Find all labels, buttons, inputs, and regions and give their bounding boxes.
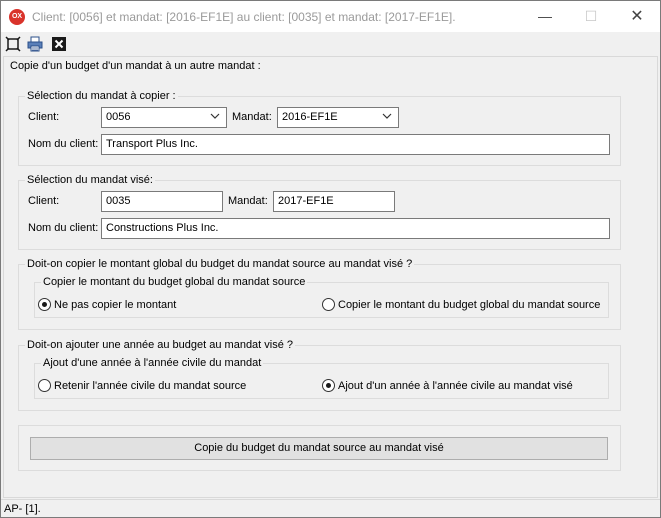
radio-copy-amount-label: Copier le montant du budget global du ma… bbox=[338, 298, 601, 311]
source-client-value: 0056 bbox=[106, 111, 131, 123]
title-bar[interactable]: OX Client: [0056] et mandat: [2016-EF1E]… bbox=[1, 1, 660, 32]
radio-indicator-copy-amount bbox=[322, 298, 335, 311]
status-text: AP- [1]. bbox=[4, 503, 41, 515]
app-window: OX Client: [0056] et mandat: [2016-EF1E]… bbox=[0, 0, 661, 518]
radio-indicator-keep-year bbox=[38, 379, 51, 392]
target-mandat-label: Mandat: bbox=[228, 195, 268, 207]
app-logo-icon: OX bbox=[9, 9, 25, 25]
radio-keep-year-label: Retenir l'année civile du mandat source bbox=[54, 379, 247, 392]
radio-indicator-add-year bbox=[322, 379, 335, 392]
target-mandat-field[interactable]: 2017-EF1E bbox=[273, 191, 395, 212]
radio-add-year[interactable]: Ajout d'un année à l'année civile au man… bbox=[322, 379, 573, 392]
source-name-value: Transport Plus Inc. bbox=[106, 138, 198, 150]
target-mandat-value: 2017-EF1E bbox=[278, 195, 334, 207]
print-icon[interactable] bbox=[27, 36, 43, 52]
copy-budget-button[interactable]: Copie du budget du mandat source au mand… bbox=[30, 437, 608, 460]
target-mandat-legend: Sélection du mandat visé: bbox=[25, 174, 155, 186]
budget-options-legend: Copier le montant du budget global du ma… bbox=[41, 276, 308, 288]
source-client-label: Client: bbox=[28, 111, 60, 123]
radio-indicator-no-copy bbox=[38, 298, 51, 311]
chevron-down-icon bbox=[210, 113, 220, 119]
main-panel: Copie d'un budget d'un mandat à un autre… bbox=[3, 56, 658, 498]
target-name-value: Constructions Plus Inc. bbox=[106, 222, 219, 234]
radio-copy-amount[interactable]: Copier le montant du budget global du ma… bbox=[322, 298, 600, 311]
target-name-field[interactable]: Constructions Plus Inc. bbox=[101, 218, 610, 239]
target-name-label: Nom du client: bbox=[28, 222, 99, 234]
target-client-label: Client: bbox=[28, 195, 60, 207]
maximize-button[interactable]: ☐ bbox=[568, 1, 614, 32]
source-name-label: Nom du client: bbox=[28, 138, 99, 150]
minimize-button[interactable]: — bbox=[522, 1, 568, 32]
budget-question-legend: Doit-on copier le montant global du budg… bbox=[25, 258, 415, 270]
panel-title: Copie d'un budget d'un mandat à un autre… bbox=[10, 60, 261, 72]
source-mandat-select[interactable]: 2016-EF1E bbox=[277, 107, 399, 128]
window-title: Client: [0056] et mandat: [2016-EF1E] au… bbox=[32, 10, 456, 24]
radio-add-year-label: Ajout d'un année à l'année civile au man… bbox=[338, 379, 573, 392]
year-question-legend: Doit-on ajouter une année au budget au m… bbox=[25, 339, 296, 351]
source-name-field[interactable]: Transport Plus Inc. bbox=[101, 134, 610, 155]
radio-no-copy-label: Ne pas copier le montant bbox=[54, 298, 177, 311]
source-mandat-label: Mandat: bbox=[232, 111, 272, 123]
target-client-field[interactable]: 0035 bbox=[101, 191, 223, 212]
source-mandat-legend: Sélection du mandat à copier : bbox=[25, 90, 178, 102]
target-client-value: 0035 bbox=[106, 195, 131, 207]
close-window-button[interactable]: ✕ bbox=[614, 1, 660, 32]
fit-window-icon[interactable] bbox=[5, 36, 21, 52]
toolbar bbox=[1, 32, 660, 56]
chevron-down-icon bbox=[382, 113, 392, 119]
close-icon[interactable] bbox=[51, 36, 67, 52]
status-bar: AP- [1]. bbox=[1, 499, 660, 517]
source-client-select[interactable]: 0056 bbox=[101, 107, 227, 128]
source-mandat-value: 2016-EF1E bbox=[282, 111, 338, 123]
radio-keep-year[interactable]: Retenir l'année civile du mandat source bbox=[38, 379, 246, 392]
radio-no-copy[interactable]: Ne pas copier le montant bbox=[38, 298, 176, 311]
year-options-legend: Ajout d'une année à l'année civile du ma… bbox=[41, 357, 264, 369]
